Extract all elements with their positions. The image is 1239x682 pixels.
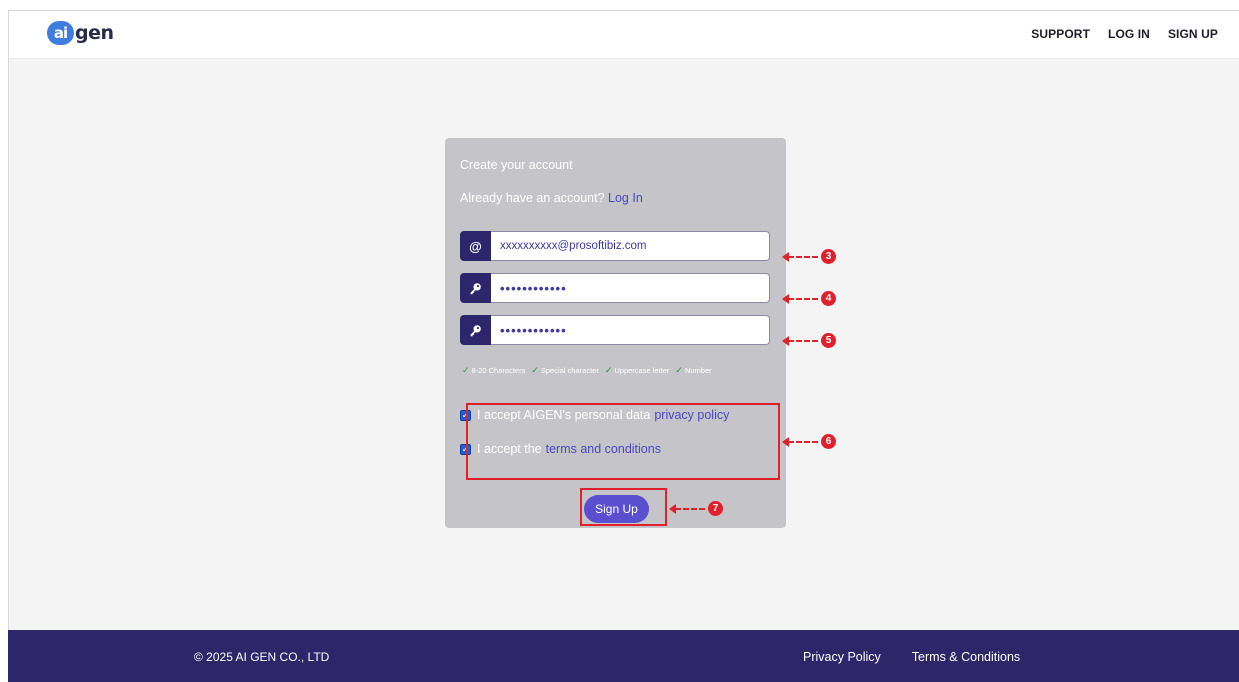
consent-highlight-box <box>466 403 780 480</box>
dashed-arrow-icon <box>782 293 818 304</box>
annotation-callout-5: 5 <box>782 333 836 348</box>
annotation-number: 7 <box>708 501 723 516</box>
top-nav-links: SUPPORT LOG IN SIGN UP <box>1031 27 1218 41</box>
signup-highlight-box <box>580 488 667 526</box>
rule-label: Special character <box>540 366 599 375</box>
rule-uppercase: ✓ Uppercase letter <box>605 365 670 376</box>
annotation-callout-6: 6 <box>782 434 836 449</box>
password-field: •••••••••••• <box>460 273 770 303</box>
logo-mark: ai <box>47 21 74 45</box>
nav-login-link[interactable]: LOG IN <box>1108 27 1150 41</box>
key-icon <box>460 273 491 303</box>
top-navbar: ai gen SUPPORT LOG IN SIGN UP <box>9 11 1239 59</box>
confirm-password-input[interactable]: •••••••••••• <box>491 315 770 345</box>
confirm-password-field: •••••••••••• <box>460 315 770 345</box>
key-icon-svg <box>470 282 481 294</box>
at-sign-glyph: @ <box>469 238 482 254</box>
rule-label: 8-20 Characters <box>471 366 526 375</box>
check-icon: ✓ <box>462 365 470 375</box>
dashed-arrow-icon <box>782 251 818 262</box>
rule-label: Number <box>684 366 712 375</box>
annotation-number: 3 <box>821 249 836 264</box>
password-input[interactable]: •••••••••••• <box>491 273 770 303</box>
annotation-number: 5 <box>821 333 836 348</box>
footer: © 2025 AI GEN CO., LTD Privacy Policy Te… <box>8 630 1239 682</box>
dashed-arrow-icon <box>782 436 818 447</box>
annotation-callout-7: 7 <box>669 501 723 516</box>
email-input[interactable]: xxxxxxxxxx@prosoftibiz.com <box>491 231 770 261</box>
rule-special: ✓ Special character <box>531 365 599 376</box>
footer-links: Privacy Policy Terms & Conditions <box>803 650 1020 664</box>
email-field: @ xxxxxxxxxx@prosoftibiz.com <box>460 231 770 261</box>
annotation-callout-4: 4 <box>782 291 836 306</box>
footer-privacy-link[interactable]: Privacy Policy <box>803 650 881 664</box>
nav-support-link[interactable]: SUPPORT <box>1031 27 1090 41</box>
logo-text: gen <box>75 22 114 44</box>
check-icon: ✓ <box>675 365 683 375</box>
at-sign-icon: @ <box>460 231 491 261</box>
login-link[interactable]: Log In <box>608 191 643 205</box>
copyright-text: © 2025 AI GEN CO., LTD <box>194 650 330 664</box>
key-icon <box>460 315 491 345</box>
password-requirements: ✓ 8-20 Characters ✓ Special character ✓ Upp… <box>462 365 712 376</box>
nav-signup-link[interactable]: SIGN UP <box>1168 27 1218 41</box>
rule-label: Uppercase letter <box>614 366 670 375</box>
rule-number: ✓ Number <box>675 365 711 376</box>
dashed-arrow-icon <box>782 335 818 346</box>
dashed-arrow-icon <box>669 503 705 514</box>
check-icon: ✓ <box>531 365 539 375</box>
login-prompt: Already have an account? Log In <box>460 191 643 205</box>
footer-terms-link[interactable]: Terms & Conditions <box>912 650 1020 664</box>
check-icon: ✓ <box>604 365 613 375</box>
annotation-callout-3: 3 <box>782 249 836 264</box>
form-title: Create your account <box>460 158 573 172</box>
already-account-text: Already have an account? <box>460 191 605 205</box>
annotation-number: 6 <box>821 434 836 449</box>
rule-length: ✓ 8-20 Characters <box>462 365 525 376</box>
annotation-number: 4 <box>821 291 836 306</box>
aigen-logo[interactable]: ai gen <box>47 21 114 45</box>
key-icon-svg <box>470 324 481 336</box>
